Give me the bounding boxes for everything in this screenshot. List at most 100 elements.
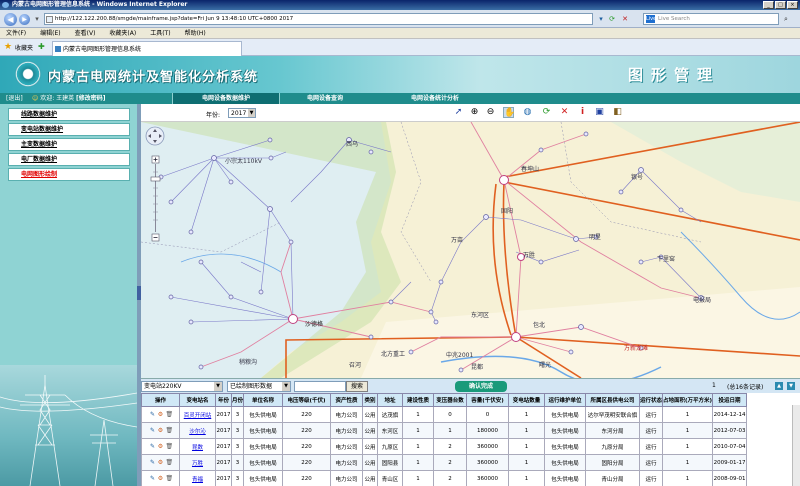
- search-input[interactable]: [294, 381, 346, 392]
- edit-icon[interactable]: ✎: [150, 411, 156, 418]
- sidebar-item-line-data[interactable]: 线路数据维护: [8, 108, 130, 121]
- col-header[interactable]: 月份: [230, 393, 245, 407]
- col-header[interactable]: 电压等级(千伏): [282, 393, 332, 407]
- delete-row-icon[interactable]: 🗑: [166, 475, 174, 482]
- table-cell[interactable]: 百灵开闭站: [179, 406, 216, 423]
- minimize-button[interactable]: _: [763, 1, 774, 9]
- edit-icon[interactable]: ✎: [150, 475, 156, 482]
- row-actions[interactable]: ✎ ⚙ 🗑: [141, 454, 180, 471]
- back-button[interactable]: ◀: [4, 13, 17, 26]
- table-cell[interactable]: 青福: [179, 470, 216, 486]
- zoom-in-icon[interactable]: ⊕: [469, 107, 480, 118]
- search-go-icon[interactable]: ⌕: [781, 14, 791, 24]
- table-row[interactable]: ✎ ⚙ 🗑 万胜 2017 3 包头供电局 220 电力公司 公用 固阳县 1 2 360000 1 包头供电…: [141, 454, 748, 471]
- row-actions[interactable]: ✎ ⚙ 🗑: [141, 438, 180, 455]
- row-actions[interactable]: ✎ ⚙ 🗑: [141, 406, 180, 423]
- add-favorite-icon[interactable]: ✚: [38, 42, 45, 51]
- menu-view[interactable]: 查看(V): [75, 28, 96, 38]
- menu-help[interactable]: 帮助(H): [185, 28, 206, 38]
- menu-edit[interactable]: 编辑(E): [40, 28, 60, 38]
- pointer-icon[interactable]: ➚: [453, 107, 464, 118]
- delete-row-icon[interactable]: 🗑: [166, 443, 174, 450]
- draw-icon[interactable]: ⚙: [158, 459, 164, 466]
- table-scrollbar[interactable]: [792, 405, 800, 486]
- info-icon[interactable]: i: [577, 107, 588, 118]
- draw-icon[interactable]: ⚙: [158, 411, 164, 418]
- search-input[interactable]: Live Live Search: [643, 13, 779, 25]
- delete-row-icon[interactable]: 🗑: [166, 427, 174, 434]
- favorites-button[interactable]: 收藏夹: [15, 43, 33, 52]
- delete-row-icon[interactable]: 🗑: [166, 459, 174, 466]
- col-header[interactable]: 建设性质: [402, 393, 435, 407]
- url-input[interactable]: http://122.122.200.88/smgde/mainframe.js…: [44, 13, 593, 25]
- draw-icon[interactable]: ⚙: [158, 443, 164, 450]
- table-row[interactable]: ✎ ⚙ 🗑 青福 2017 3 包头供电局 220 电力公司 公用 青山区 1 2 360000 1 包头供电…: [141, 470, 748, 486]
- col-header[interactable]: 容量(千伏安): [466, 393, 510, 407]
- logout-link[interactable]: [退出]: [6, 93, 23, 104]
- menu-file[interactable]: 文件(F): [6, 28, 26, 38]
- maximize-button[interactable]: □: [775, 1, 786, 9]
- col-header[interactable]: 变电站数量: [508, 393, 546, 407]
- draw-icon[interactable]: ⚙: [158, 475, 164, 482]
- col-header[interactable]: 运行维护单位: [544, 393, 587, 407]
- year-select[interactable]: 2017 ▼: [228, 108, 256, 118]
- sidebar-item-plant-data[interactable]: 电厂数据维护: [8, 153, 130, 166]
- favorites-star-icon[interactable]: ★: [4, 42, 12, 52]
- nav-tab-statistics[interactable]: 电网设备统计分析: [390, 93, 480, 104]
- draw-icon[interactable]: ⚙: [158, 427, 164, 434]
- nav-tab-equipment-query[interactable]: 电网设备查询: [285, 93, 365, 104]
- table-cell[interactable]: 万胜: [179, 454, 216, 471]
- menu-favorites[interactable]: 收藏夹(A): [109, 28, 136, 38]
- edit-icon[interactable]: ✎: [150, 443, 156, 450]
- save-icon[interactable]: ▣: [594, 107, 605, 118]
- table-row[interactable]: ✎ ⚙ 🗑 沙尔沁 2017 3 包头供电局 220 电力公司 公用 东河区 1 1 180000 1 包头供…: [141, 422, 748, 439]
- table-cell[interactable]: 沙尔沁: [179, 422, 216, 439]
- edit-icon[interactable]: ✎: [150, 459, 156, 466]
- search-button[interactable]: 搜索: [346, 381, 368, 392]
- col-header[interactable]: 类别: [362, 393, 379, 407]
- col-header[interactable]: 资产性质: [330, 393, 364, 407]
- col-header[interactable]: 投运日期: [712, 393, 748, 407]
- table-row[interactable]: ✎ ⚙ 🗑 百灵开闭站 2017 3 包头供电局 220 电力公司 公用 达茂旗 1 0 0 1 包头供电局达…: [141, 406, 748, 423]
- browser-tab[interactable]: 内蒙古电网图形管理信息系统: [52, 41, 242, 56]
- col-header[interactable]: 变压器台数: [433, 393, 468, 407]
- refresh-icon[interactable]: ⟳: [607, 14, 617, 24]
- table-cell[interactable]: 昆数: [179, 438, 216, 455]
- col-header[interactable]: 单位名称: [243, 393, 284, 407]
- nav-tab-data-maintenance[interactable]: 电网设备数据维护: [172, 93, 280, 104]
- delete-row-icon[interactable]: 🗑: [166, 411, 174, 418]
- forward-button[interactable]: ▶: [19, 14, 30, 25]
- edit-icon[interactable]: ✎: [150, 427, 156, 434]
- page-down-icon[interactable]: ▼: [787, 382, 795, 390]
- zoom-out-icon[interactable]: ⊖: [485, 107, 496, 118]
- table-row[interactable]: ✎ ⚙ 🗑 昆数 2017 3 包头供电局 220 电力公司 公用 九原区 1 2 360000 1 包头供电…: [141, 438, 748, 455]
- sidebar-item-transformer-data[interactable]: 主变数据维护: [8, 138, 130, 151]
- row-actions[interactable]: ✎ ⚙ 🗑: [141, 422, 180, 439]
- history-dropdown-icon[interactable]: ▾: [32, 14, 42, 24]
- sidebar-item-substation-data[interactable]: 变电站数据维护: [8, 123, 130, 136]
- col-header[interactable]: 地址: [377, 393, 404, 407]
- col-header[interactable]: 年份: [215, 393, 232, 407]
- confirm-complete-button[interactable]: 确认完成: [455, 381, 507, 392]
- page-up-icon[interactable]: ▲: [775, 382, 783, 390]
- layers-icon[interactable]: ◧: [612, 107, 623, 118]
- grid-map[interactable]: 西乌 小宗太110kV 春坤山 银号 固阳 明星 万亩 下里窑 万胜 电报局 东…: [141, 122, 800, 378]
- drawing-filter-select[interactable]: 已绘制图形数据 ▼: [227, 381, 291, 392]
- delete-icon[interactable]: ✕: [559, 107, 570, 118]
- row-actions[interactable]: ✎ ⚙ 🗑: [141, 470, 180, 486]
- map-label: 东河区: [471, 312, 490, 319]
- menu-tools[interactable]: 工具(T): [150, 28, 170, 38]
- change-password-link[interactable]: [修改密码]: [76, 95, 106, 102]
- refresh-map-icon[interactable]: ⟳: [541, 107, 552, 118]
- col-header[interactable]: 所属区县供电公司: [585, 393, 641, 407]
- sidebar-item-grid-drawing[interactable]: 电网图形绘制: [8, 168, 130, 181]
- col-header[interactable]: 运行状态: [639, 393, 664, 407]
- close-window-button[interactable]: ×: [787, 1, 798, 9]
- stop-icon[interactable]: ✕: [620, 14, 630, 24]
- col-header[interactable]: 变电站名: [179, 393, 216, 407]
- globe-icon[interactable]: ◍: [522, 107, 533, 118]
- substation-type-select[interactable]: 变电站220KV ▼: [141, 381, 223, 392]
- go-dropdown-icon[interactable]: ▾: [596, 14, 606, 24]
- pan-hand-icon[interactable]: ✋: [503, 107, 515, 118]
- col-header[interactable]: 占地面积(万平方米): [662, 393, 714, 407]
